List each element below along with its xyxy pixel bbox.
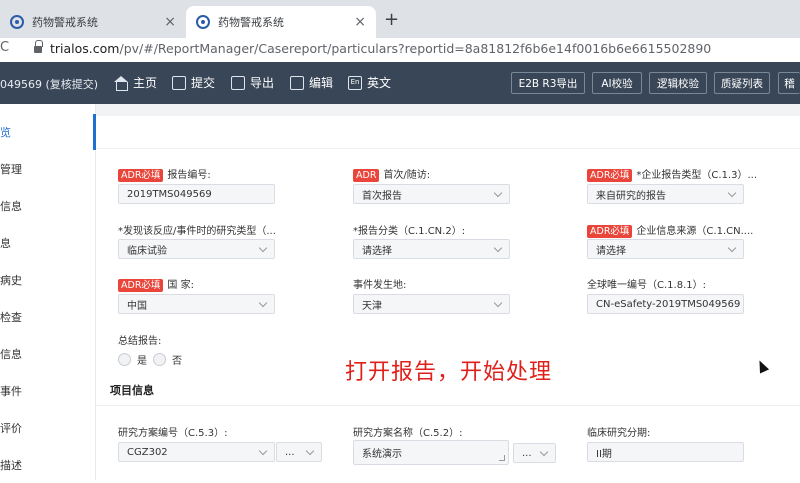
study-type-label: *发现该反应/事件时的研究类型（...: [118, 226, 276, 237]
protocol-no-select[interactable]: CGZ302: [118, 442, 275, 462]
audit-button[interactable]: 稽: [778, 72, 800, 94]
english-label: 英文: [367, 76, 392, 90]
report-class-select[interactable]: 请选择: [353, 239, 510, 259]
country-select[interactable]: 中国: [118, 294, 275, 314]
event-place-label: 事件发生地:: [353, 280, 407, 291]
enterprise-source-label: ADR必填 企业信息来源（C.1.CN....: [587, 222, 753, 238]
global-id-field[interactable]: CN-eSafety-2019TMS049569: [587, 294, 744, 314]
protocol-no-extra-select[interactable]: ...: [276, 442, 322, 462]
report-number-label: ADR必填 报告编号:: [118, 166, 211, 182]
edit-button[interactable]: 编辑: [290, 74, 333, 91]
main-content: ADR必填 报告编号: 2019TMS049569 ADR 首次/随访: 首次报告 …: [96, 104, 800, 480]
submit-label: 提交: [191, 76, 216, 90]
case-id: 049569 (复核提交): [0, 78, 99, 91]
sidebar-item-info[interactable]: 信息: [0, 188, 96, 224]
sidebar-item-overview[interactable]: 览: [0, 114, 96, 150]
close-tab-icon[interactable]: ×: [354, 14, 366, 30]
phase-field[interactable]: II期: [587, 442, 744, 462]
required-badge: ADR必填: [118, 169, 164, 182]
logic-check-button[interactable]: 逻辑校验: [649, 72, 707, 94]
protocol-name-extra-select[interactable]: ...: [513, 443, 556, 463]
resize-handle-icon[interactable]: [499, 455, 505, 461]
reload-icon[interactable]: C: [0, 40, 9, 55]
protocol-name-textarea[interactable]: 系统演示: [353, 440, 509, 465]
site-favicon-icon: [10, 15, 24, 29]
event-place-select[interactable]: 天津: [353, 294, 510, 314]
protocol-name-value: 系统演示: [362, 449, 402, 460]
submit-button[interactable]: 提交: [172, 74, 215, 91]
divider: [96, 405, 800, 406]
enterprise-report-type-label: ADR必填 *企业报告类型（C.1.3）...: [587, 166, 757, 182]
sidebar-item-exam[interactable]: 检查: [0, 299, 96, 335]
section-title-project: 项目信息: [110, 384, 154, 397]
overlay-caption: 打开报告，开始处理: [345, 360, 553, 385]
divider: [96, 148, 800, 149]
new-tab-button[interactable]: +: [384, 9, 399, 30]
top-band: [96, 104, 800, 116]
close-tab-icon[interactable]: ×: [164, 14, 176, 30]
ai-check-button[interactable]: AI校验: [592, 72, 642, 94]
query-list-button[interactable]: 质疑列表: [714, 72, 770, 94]
sidebar-item-history[interactable]: 病史: [0, 262, 96, 298]
sidebar-item-info-2[interactable]: 息: [0, 225, 96, 261]
home-button[interactable]: 主页: [114, 74, 157, 91]
protocol-no-label: 研究方案编号（C.5.3）:: [118, 428, 228, 439]
sidebar-nav: 览 管理 信息 息 病史 检查 信息 事件 评价 描述: [0, 104, 96, 480]
required-badge: ADR必填: [118, 279, 164, 292]
address-bar[interactable]: C trialos.com/pv/#/ReportManager/Caserep…: [0, 38, 800, 60]
e2b-export-button[interactable]: E2B R3导出: [511, 72, 585, 94]
home-icon: [114, 75, 128, 91]
submit-icon: [172, 75, 186, 90]
global-id-label: 全球唯一编号（C.1.8.1）:: [587, 280, 706, 291]
study-type-select[interactable]: 临床试验: [118, 239, 275, 259]
english-button[interactable]: En 英文: [348, 74, 391, 91]
browser-tab[interactable]: 药物警戒系统 ×: [0, 6, 186, 38]
report-class-label: *报告分类（C.1.CN.2）:: [353, 226, 466, 237]
lock-icon[interactable]: [34, 40, 43, 53]
sidebar-item-info-3[interactable]: 信息: [0, 336, 96, 372]
sidebar-item-management[interactable]: 管理: [0, 151, 96, 187]
country-label: ADR必填国 家:: [118, 276, 194, 292]
browser-tab-strip: 药物警戒系统 × 药物警戒系统 × +: [0, 0, 800, 38]
edit-label: 编辑: [309, 76, 334, 90]
radio-circle-icon: [153, 353, 166, 366]
protocol-name-label: 研究方案名称（C.5.2）:: [353, 428, 463, 439]
export-button[interactable]: 导出: [231, 74, 274, 91]
home-label: 主页: [133, 76, 158, 90]
first-followup-select[interactable]: 首次报告: [353, 184, 510, 204]
tab-title: 药物警戒系统: [32, 16, 98, 29]
phase-label: 临床研究分期:: [587, 428, 651, 439]
export-icon: [231, 75, 245, 90]
summary-no-radio[interactable]: 否: [153, 352, 182, 367]
enterprise-source-select[interactable]: 请选择: [587, 239, 744, 259]
required-badge: ADR必填: [587, 169, 633, 182]
url-path: /pv/#/ReportManager/Casereport/particula…: [119, 41, 712, 56]
required-badge: ADR: [353, 169, 380, 182]
required-badge: ADR必填: [587, 225, 633, 238]
url-host: trialos.com: [50, 41, 120, 56]
tab-title: 药物警戒系统: [218, 16, 284, 29]
english-icon: En: [348, 75, 362, 90]
url-text[interactable]: trialos.com/pv/#/ReportManager/Caserepor…: [50, 41, 711, 56]
summary-report-label: 总结报告:: [118, 336, 162, 347]
first-followup-label: ADR 首次/随访:: [353, 166, 430, 182]
app-toolbar: 049569 (复核提交) 主页 提交 导出 编辑 En 英文 E2B R3导出 …: [0, 62, 800, 104]
edit-icon: [290, 75, 304, 90]
report-number-field[interactable]: 2019TMS049569: [118, 184, 275, 204]
site-favicon-icon: [196, 15, 210, 29]
sidebar-item-evaluation[interactable]: 评价: [0, 410, 96, 446]
enterprise-report-type-select[interactable]: 来自研究的报告: [587, 184, 744, 204]
summary-yes-radio[interactable]: 是: [118, 352, 147, 367]
sidebar-item-event[interactable]: 事件: [0, 373, 96, 409]
sidebar-item-description[interactable]: 描述: [0, 447, 96, 483]
radio-circle-icon: [118, 353, 131, 366]
browser-tab-active[interactable]: 药物警戒系统 ×: [186, 6, 376, 38]
export-label: 导出: [250, 76, 275, 90]
